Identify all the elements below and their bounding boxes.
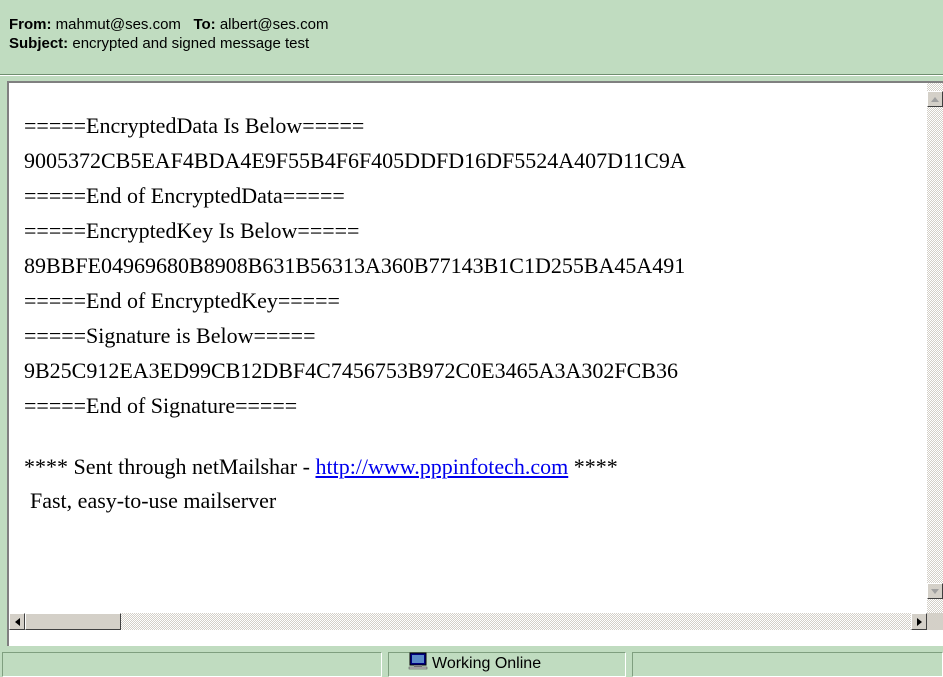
message-line: =====EncryptedKey Is Below===== [24,218,360,243]
message-line: =====End of EncryptedKey===== [24,288,340,313]
from-to-line: From: mahmut@ses.com To: albert@ses.com [9,16,328,33]
computer-icon [408,652,428,670]
status-panel-right [632,652,943,677]
message-line: =====End of EncryptedData===== [24,183,345,208]
status-panel-left [2,652,382,677]
scroll-left-button[interactable] [9,613,25,630]
arrow-left-icon [14,617,20,626]
arrow-down-icon [931,588,939,594]
message-line: 89BBFE04969680B8908B631B56313A360B77143B… [24,253,686,278]
subject-line: Subject: encrypted and signed message te… [9,35,309,52]
message-body[interactable]: =====EncryptedData Is Below===== 9005372… [10,106,926,611]
from-label: From: [9,16,52,33]
header-divider-highlight [0,75,943,76]
footer-prefix: **** Sent through netMailshar - [24,454,316,479]
tagline: Fast, easy-to-use mailserver [30,488,277,513]
footer-line: **** Sent through netMailshar - http://w… [24,454,618,480]
subject-value: encrypted and signed message test [72,35,310,52]
from-value: mahmut@ses.com [55,16,181,33]
message-line: 9B25C912EA3ED99CB12DBF4C7456753B972C0E34… [24,358,678,383]
message-line: =====End of Signature===== [24,393,298,418]
message-line: =====EncryptedData Is Below===== [24,113,365,138]
connection-status-text: Working Online [432,655,542,672]
scroll-right-button[interactable] [911,613,927,630]
horizontal-scroll-thumb[interactable] [25,613,121,630]
footer-suffix: **** [568,454,618,479]
horizontal-scrollbar[interactable] [9,613,927,630]
message-header: From: mahmut@ses.com To: albert@ses.com … [0,0,943,83]
pppinfotech-link[interactable]: http://www.pppinfotech.com [315,454,568,479]
vertical-scrollbar[interactable] [927,83,943,613]
message-line: 9005372CB5EAF4BDA4E9F55B4F6F405DDFD16DF5… [24,148,686,173]
to-value: albert@ses.com [219,16,329,33]
to-label: To: [193,16,216,33]
arrow-up-icon [931,96,939,102]
scroll-down-button[interactable] [927,583,943,599]
arrow-right-icon [916,617,922,626]
message-line: =====Signature is Below===== [24,323,316,348]
subject-label: Subject: [9,35,69,52]
scroll-up-button[interactable] [927,91,943,107]
scrollbar-corner [927,613,943,630]
